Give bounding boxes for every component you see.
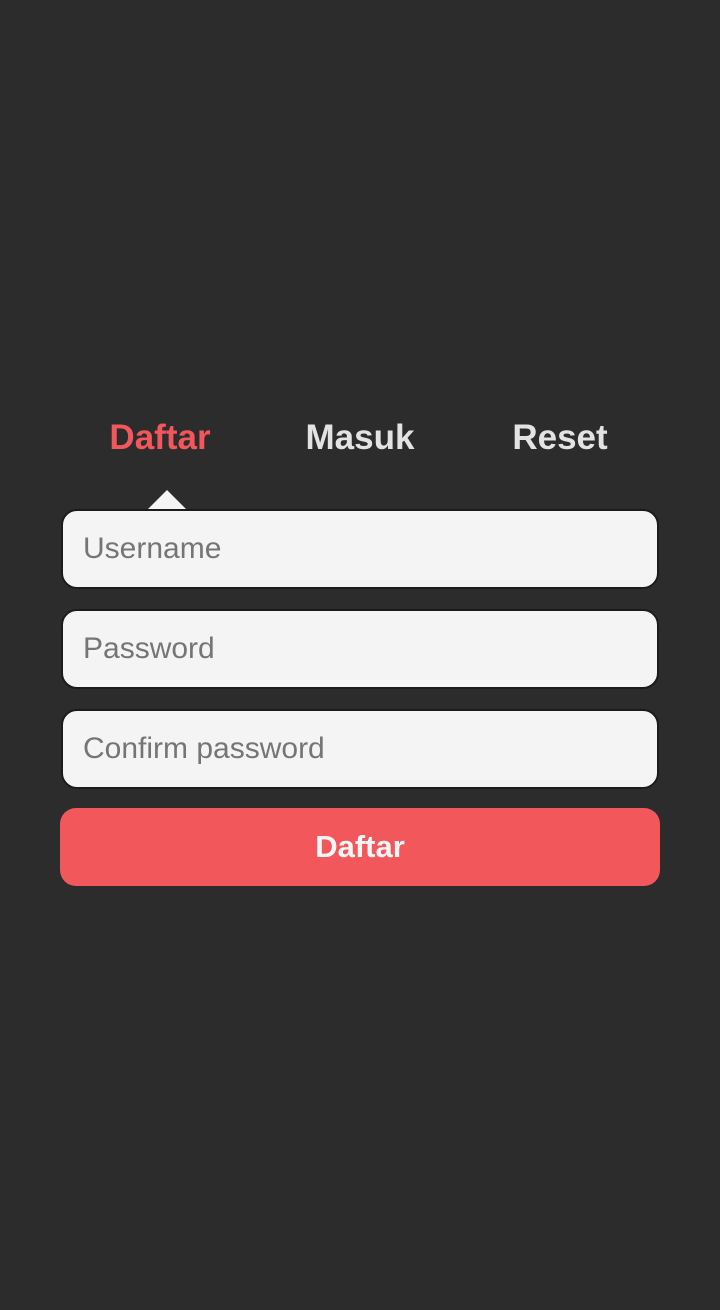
daftar-button[interactable]: Daftar — [60, 808, 660, 886]
tab-masuk[interactable]: Masuk — [260, 410, 460, 466]
auth-tabs: Daftar Masuk Reset — [60, 410, 660, 466]
tab-reset[interactable]: Reset — [460, 410, 660, 466]
username-input[interactable] — [61, 509, 659, 589]
active-tab-pointer — [147, 490, 187, 510]
confirm-password-input[interactable] — [61, 709, 659, 789]
password-input[interactable] — [61, 609, 659, 689]
tab-daftar[interactable]: Daftar — [60, 410, 260, 466]
